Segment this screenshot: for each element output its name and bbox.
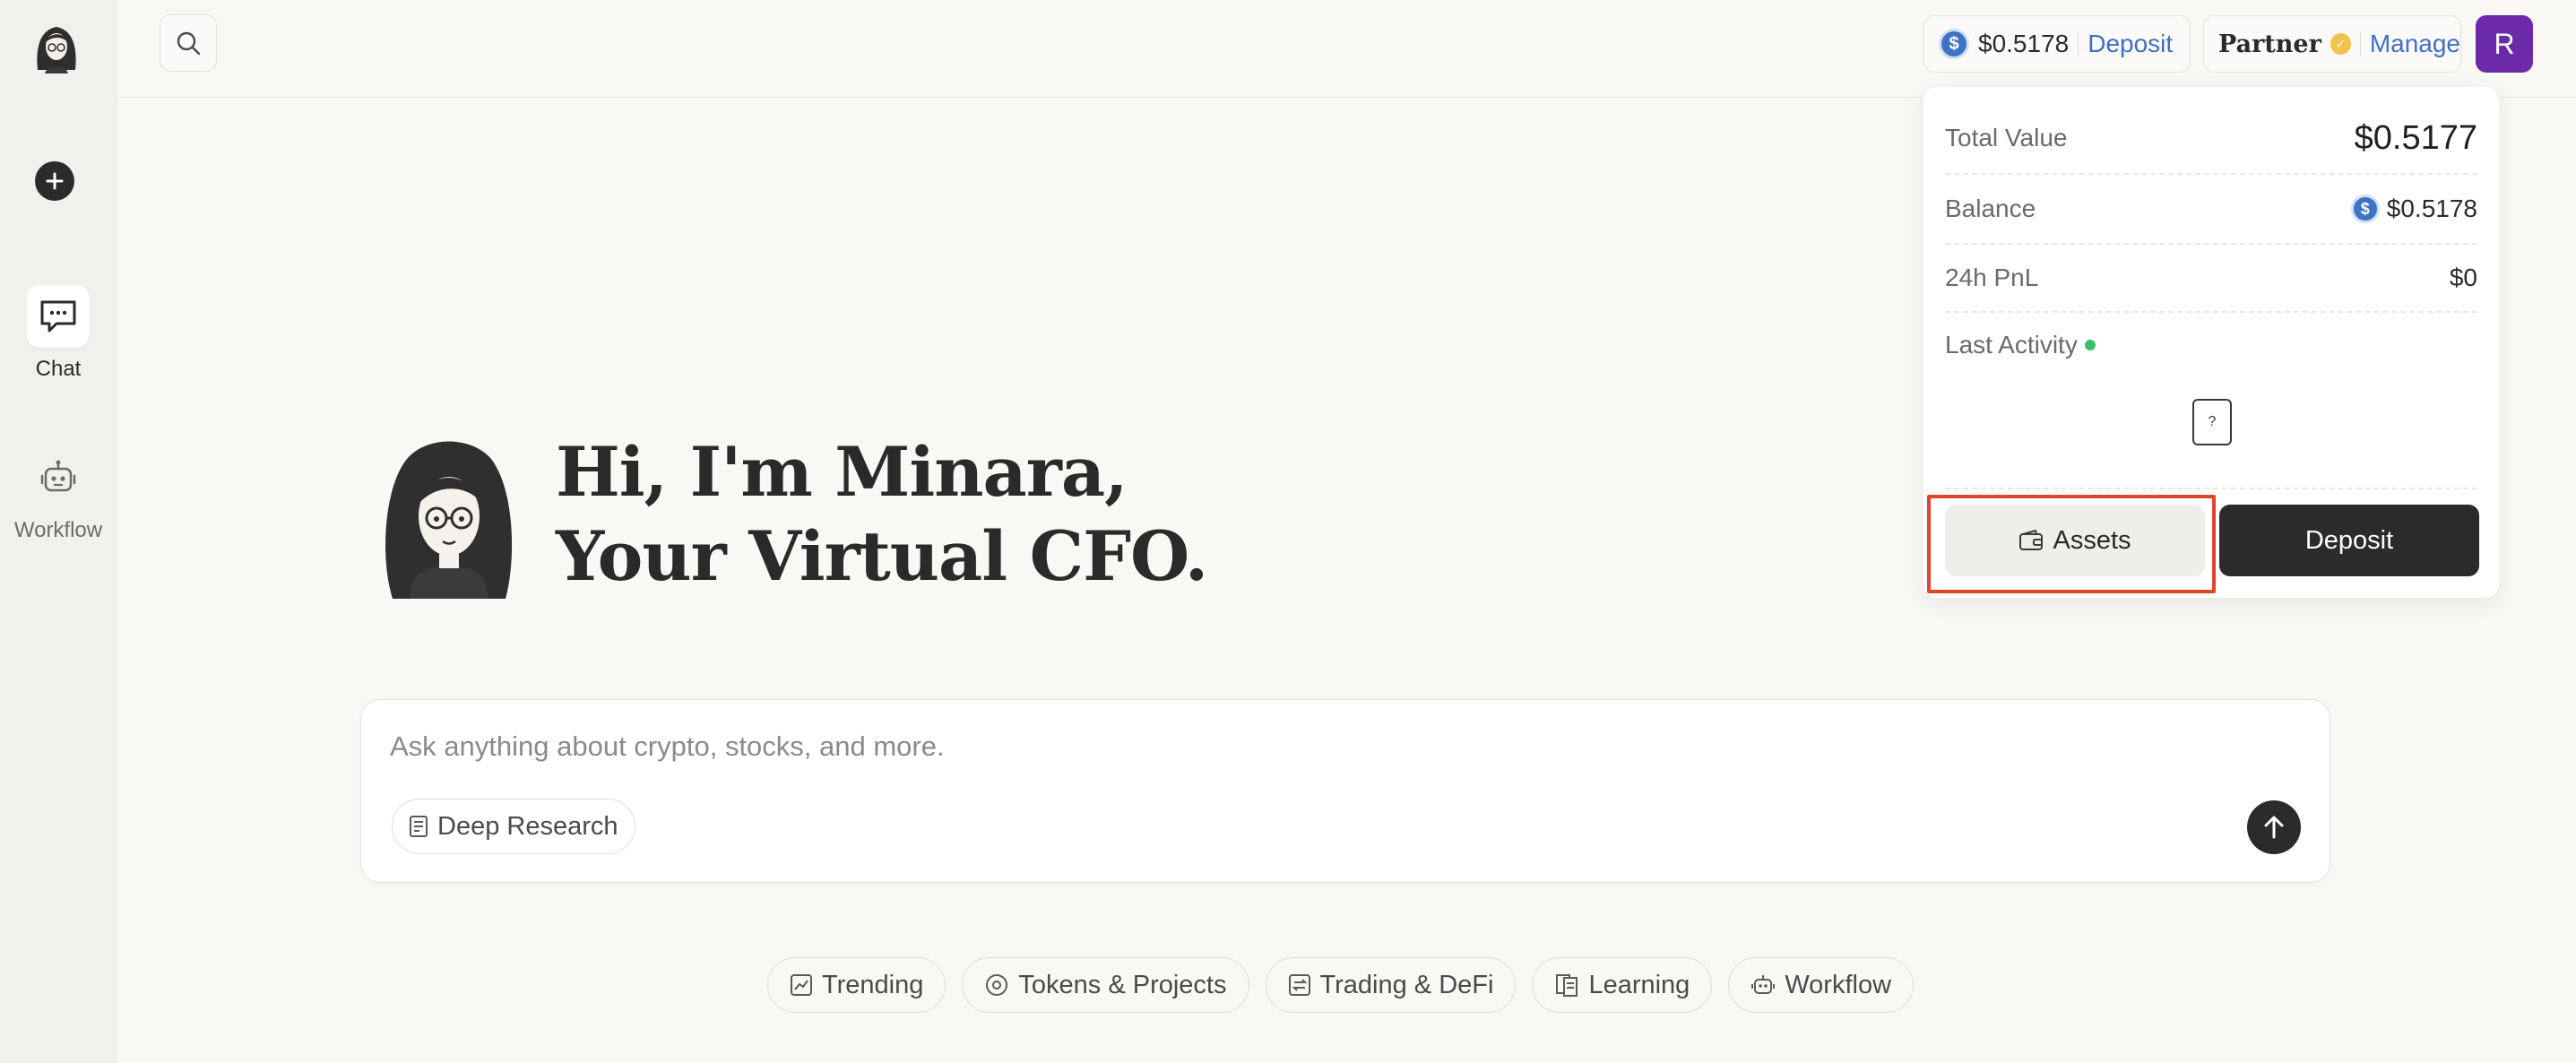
usdc-coin-icon: $: [1939, 29, 1969, 59]
chip-label: Trending: [822, 970, 924, 999]
chip-workflow[interactable]: Workflow: [1728, 957, 1915, 1013]
sidebar-item-label: Chat: [35, 357, 82, 381]
wallet-dropdown: Total Value $0.5177 Balance $ $0.5178 24…: [1923, 87, 2499, 598]
balance-row: Balance $ $0.5178: [1945, 175, 2477, 245]
deep-research-label: Deep Research: [437, 811, 618, 841]
clipboard-question-icon: ?: [2192, 399, 2232, 445]
balance-label: Balance: [1945, 194, 2036, 222]
divider: [1945, 488, 2477, 489]
pnl-amount: $0: [2449, 264, 2477, 291]
chip-trending[interactable]: Trending: [767, 957, 947, 1013]
hero-line-1: Hi, I'm Minara,: [556, 432, 1128, 512]
chip-label: Trading & DeFi: [1319, 970, 1494, 999]
target-icon: [986, 974, 1008, 996]
send-button[interactable]: [2247, 800, 2301, 854]
partner-label: Partner: [2218, 30, 2321, 58]
assets-label: Assets: [2053, 525, 2131, 555]
chat-composer: Deep Research: [360, 699, 2330, 883]
manage-link[interactable]: Manage: [2370, 30, 2460, 58]
status-dot-icon: [2084, 340, 2096, 350]
total-value-label: Total Value: [1945, 124, 2068, 151]
partner-pill: Partner ✓ Manage: [2203, 15, 2461, 73]
sidebar-item-chat[interactable]: Chat: [0, 285, 117, 382]
chat-input[interactable]: [390, 727, 2093, 766]
user-avatar[interactable]: R: [2476, 15, 2533, 73]
wallet-icon: [2019, 530, 2044, 550]
usdc-coin-icon: $: [2350, 194, 2380, 223]
document-icon: [410, 816, 428, 837]
total-value-amount: $0.5177: [2354, 118, 2477, 157]
suggestion-chips: Trending Tokens & Projects Trading & DeF…: [767, 957, 1915, 1013]
chip-label: Workflow: [1785, 970, 1892, 999]
hero-line-2: Your Virtual CFO.: [556, 516, 1208, 596]
sidebar-item-workflow[interactable]: Workflow: [0, 446, 117, 543]
assets-button[interactable]: Assets: [1945, 505, 2205, 576]
chart-icon: [791, 974, 812, 996]
search-button[interactable]: [160, 14, 217, 72]
top-bar: $ $0.5178 Deposit Partner ✓ Manage R: [117, 0, 2576, 98]
balance-pill: $ $0.5178 Deposit: [1923, 15, 2191, 73]
chip-trading-defi[interactable]: Trading & DeFi: [1265, 957, 1517, 1013]
search-icon: [177, 31, 201, 56]
total-value-row: Total Value $0.5177: [1945, 103, 2477, 175]
new-chat-button[interactable]: [35, 161, 74, 201]
verified-badge-icon: ✓: [2330, 33, 2351, 55]
app-root: Chat Workflow $ $0.5178 Deposit Partner …: [0, 0, 2576, 1063]
deep-research-button[interactable]: Deep Research: [392, 799, 635, 854]
book-icon: [1556, 974, 1578, 997]
chip-label: Learning: [1588, 970, 1690, 999]
pnl-row: 24h PnL $0: [1945, 245, 2477, 313]
chip-label: Tokens & Projects: [1018, 970, 1227, 999]
arrow-up-icon: [2264, 816, 2284, 839]
chip-learning[interactable]: Learning: [1532, 957, 1713, 1013]
hero-heading: Hi, I'm Minara, Your Virtual CFO.: [556, 430, 1208, 599]
robot-icon: [1751, 975, 1776, 994]
header-deposit-link[interactable]: Deposit: [2088, 30, 2173, 58]
minara-portrait: [371, 434, 527, 599]
pnl-label: 24h PnL: [1945, 264, 2039, 291]
header-balance-amount: $0.5178: [1978, 30, 2070, 57]
chip-tokens-projects[interactable]: Tokens & Projects: [962, 957, 1249, 1013]
minara-logo[interactable]: [29, 16, 84, 73]
chat-icon: [40, 300, 76, 333]
divider: [2078, 32, 2079, 56]
robot-icon: [40, 460, 76, 492]
sidebar: Chat Workflow: [0, 0, 117, 1063]
last-activity-label: Last Activity: [1945, 331, 2078, 359]
balance-amount: $0.5178: [2386, 194, 2477, 222]
sidebar-item-label: Workflow: [13, 518, 103, 542]
plus-icon: [46, 172, 64, 190]
divider: [2359, 32, 2361, 56]
dropdown-deposit-button[interactable]: Deposit: [2219, 505, 2479, 576]
exchange-icon: [1288, 974, 1310, 996]
